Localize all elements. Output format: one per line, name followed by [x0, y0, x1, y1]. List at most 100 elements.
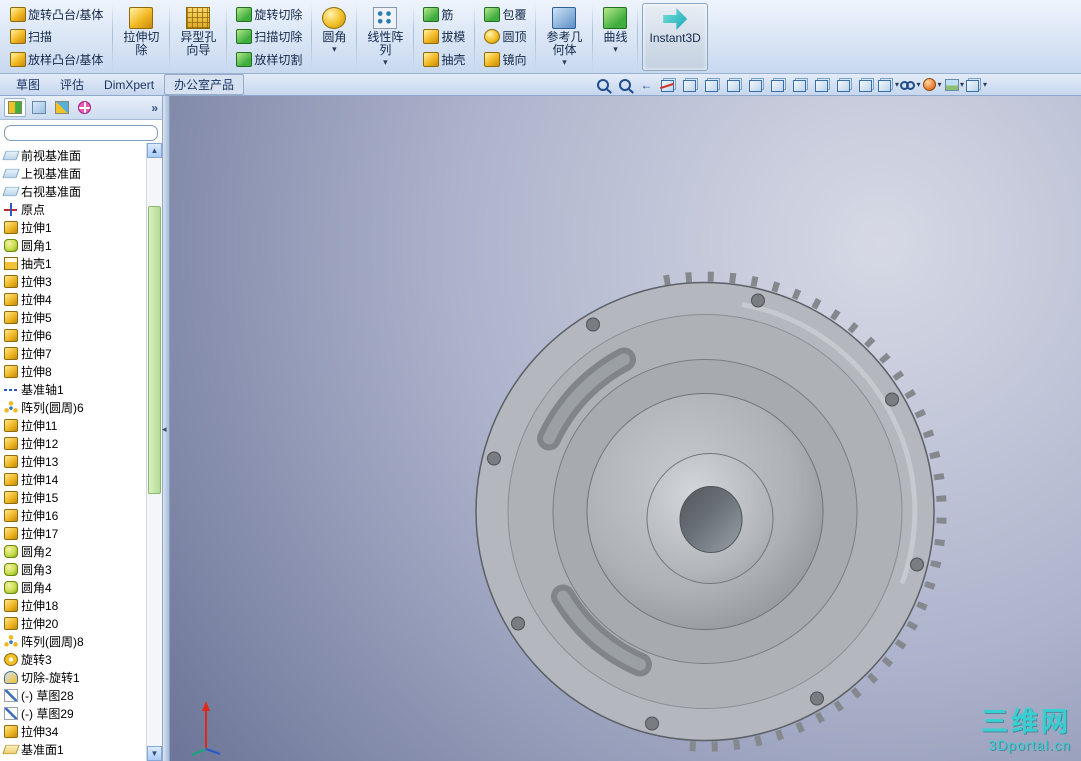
tree-item[interactable]: 拉伸3: [0, 272, 146, 290]
tree-item[interactable]: 圆角3: [0, 560, 146, 578]
featuremanager-tab[interactable]: [4, 98, 26, 117]
tree-item[interactable]: 拉伸16: [0, 506, 146, 524]
previous-view-icon[interactable]: [636, 76, 657, 94]
wrap-button[interactable]: 包覆: [480, 4, 530, 25]
scrollbar-thumb[interactable]: [148, 206, 161, 494]
tree-item[interactable]: 圆角1: [0, 236, 146, 254]
reference-geometry-button[interactable]: 参考几 何体 ▾: [540, 3, 588, 71]
display-style-icon[interactable]: ▾: [878, 76, 899, 94]
section-view-icon[interactable]: [658, 76, 679, 94]
panel-overflow-chevron-icon[interactable]: »: [151, 101, 158, 115]
revolved-boss-base-button[interactable]: 旋转凸台/基体: [6, 4, 107, 25]
panel-splitter[interactable]: ◂: [162, 96, 170, 761]
tree-item[interactable]: 拉伸15: [0, 488, 146, 506]
hole-wizard-button[interactable]: 异型孔 向导: [174, 3, 222, 71]
view-dimetric-icon[interactable]: [856, 76, 877, 94]
graphics-area[interactable]: 三维网 3Dportal.cn: [170, 96, 1081, 761]
tree-item[interactable]: 阵列(圆周)6: [0, 398, 146, 416]
lofted-boss-base-button[interactable]: 放样凸台/基体: [6, 49, 107, 70]
tab-office-products[interactable]: 办公室产品: [164, 74, 245, 95]
extruded-cut-button[interactable]: 拉伸切除: [117, 3, 165, 71]
mounting-hole[interactable]: [885, 392, 899, 407]
view-left-icon[interactable]: [724, 76, 745, 94]
tree-item[interactable]: 上视基准面: [0, 164, 146, 182]
mounting-hole[interactable]: [751, 293, 765, 308]
tree-item[interactable]: 拉伸8: [0, 362, 146, 380]
speaker-frame-model[interactable]: [475, 271, 947, 752]
scrollbar-track[interactable]: [147, 158, 162, 746]
tree-item[interactable]: 前视基准面: [0, 146, 146, 164]
mirror-button[interactable]: 镜向: [480, 49, 530, 70]
curves-button[interactable]: 曲线 ▾: [597, 3, 633, 71]
tree-item[interactable]: 拉伸1: [0, 218, 146, 236]
tree-item[interactable]: 拉伸12: [0, 434, 146, 452]
tree-item[interactable]: 拉伸11: [0, 416, 146, 434]
view-front-icon[interactable]: [680, 76, 701, 94]
dome-button[interactable]: 圆顶: [480, 26, 530, 47]
mounting-hole[interactable]: [645, 716, 659, 731]
view-trimetric-icon[interactable]: [834, 76, 855, 94]
view-right-icon[interactable]: [746, 76, 767, 94]
view-top-icon[interactable]: [768, 76, 789, 94]
collapse-panel-icon[interactable]: ◂: [162, 424, 167, 435]
tree-item[interactable]: 拉伸13: [0, 452, 146, 470]
scroll-down-button[interactable]: ▼: [147, 746, 162, 761]
tree-item[interactable]: (-) 草图28: [0, 686, 146, 704]
view-isometric-icon[interactable]: [812, 76, 833, 94]
hide-show-items-icon[interactable]: ▾: [900, 76, 921, 94]
tree-item[interactable]: 拉伸14: [0, 470, 146, 488]
lofted-cut-button[interactable]: 放样切割: [232, 49, 306, 70]
view-bottom-icon[interactable]: [790, 76, 811, 94]
view-back-icon[interactable]: [702, 76, 723, 94]
tree-item[interactable]: 拉伸5: [0, 308, 146, 326]
tree-item[interactable]: 旋转3: [0, 650, 146, 668]
mounting-hole[interactable]: [487, 451, 501, 466]
instant3d-button[interactable]: Instant3D: [642, 3, 708, 71]
propertymanager-tab[interactable]: [29, 98, 49, 117]
tab-sketch[interactable]: 草图: [6, 74, 50, 95]
tree-item[interactable]: 拉伸18: [0, 596, 146, 614]
dimxpertmanager-tab[interactable]: [75, 98, 94, 117]
view-settings-icon[interactable]: ▾: [966, 76, 987, 94]
linear-pattern-button[interactable]: 线性阵列 ▾: [361, 3, 409, 71]
mounting-hole[interactable]: [810, 691, 824, 706]
tree-item[interactable]: 拉伸17: [0, 524, 146, 542]
revolved-cut-button[interactable]: 旋转切除: [232, 4, 306, 25]
draft-button[interactable]: 拔模: [419, 26, 469, 47]
edit-appearance-icon[interactable]: ▾: [922, 76, 943, 94]
tree-item[interactable]: 拉伸6: [0, 326, 146, 344]
tree-item[interactable]: 拉伸4: [0, 290, 146, 308]
tree-item[interactable]: 圆角2: [0, 542, 146, 560]
tree-item[interactable]: (-) 草图29: [0, 704, 146, 722]
swept-cut-button[interactable]: 扫描切除: [232, 26, 306, 47]
zoom-to-fit-icon[interactable]: [592, 76, 613, 94]
mounting-hole[interactable]: [910, 557, 924, 572]
tree-item[interactable]: 抽壳1: [0, 254, 146, 272]
feature-filter-input[interactable]: [4, 125, 158, 141]
tree-item[interactable]: 拉伸34: [0, 722, 146, 740]
tab-dimxpert[interactable]: DimXpert: [94, 76, 164, 94]
model-canvas[interactable]: [170, 96, 1081, 761]
configurationmanager-tab[interactable]: [52, 98, 72, 117]
tree-item[interactable]: 切除-旋转1: [0, 668, 146, 686]
center-hole[interactable]: [679, 486, 743, 553]
fillet-button[interactable]: 圆角 ▾: [316, 3, 352, 71]
swept-boss-base-button[interactable]: 扫描: [6, 26, 107, 47]
tree-item[interactable]: 基准面1: [0, 740, 146, 758]
scroll-up-button[interactable]: ▲: [147, 143, 162, 158]
zoom-to-area-icon[interactable]: [614, 76, 635, 94]
tree-item[interactable]: 原点: [0, 200, 146, 218]
apply-scene-icon[interactable]: ▾: [944, 76, 965, 94]
tab-evaluate[interactable]: 评估: [50, 74, 94, 95]
mounting-hole[interactable]: [586, 317, 600, 332]
tree-item[interactable]: 圆角4: [0, 578, 146, 596]
mounting-hole[interactable]: [511, 616, 525, 631]
tree-item[interactable]: 拉伸7: [0, 344, 146, 362]
tree-item[interactable]: 拉伸20: [0, 614, 146, 632]
tree-item[interactable]: 阵列(圆周)8: [0, 632, 146, 650]
shell-button[interactable]: 抽壳: [419, 49, 469, 70]
tree-scrollbar[interactable]: ▲ ▼: [146, 143, 162, 761]
rib-button[interactable]: 筋: [419, 4, 469, 25]
tree-item[interactable]: 基准轴1: [0, 380, 146, 398]
tree-item[interactable]: 右视基准面: [0, 182, 146, 200]
